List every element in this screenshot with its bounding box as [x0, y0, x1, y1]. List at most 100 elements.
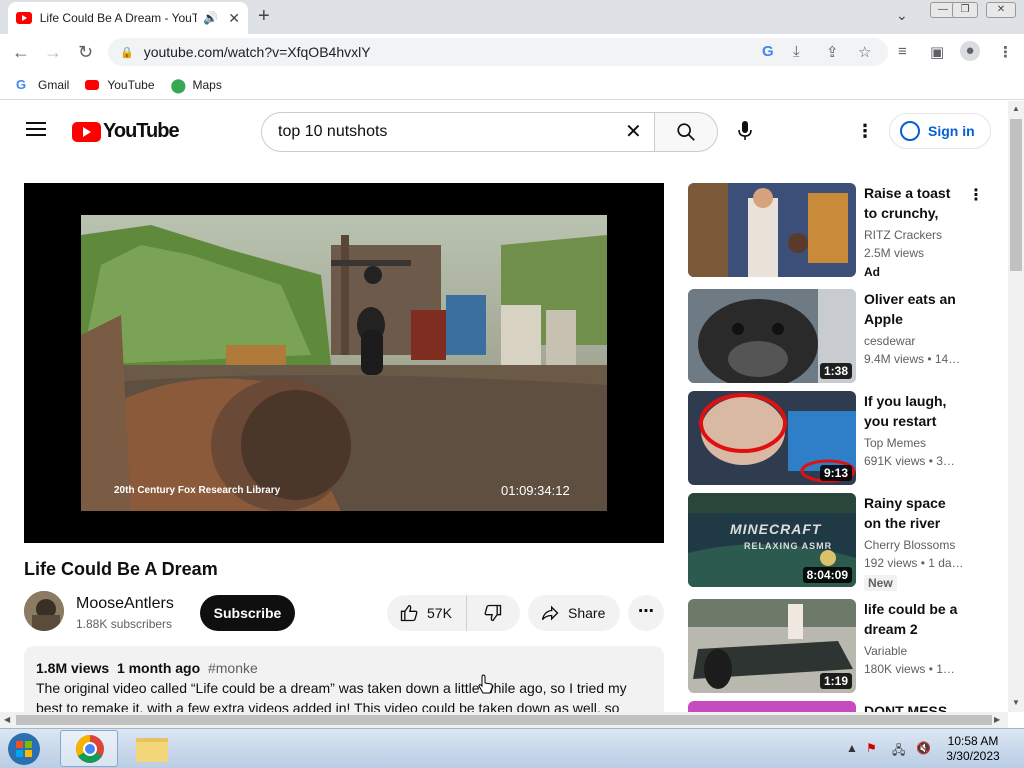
- scroll-down-arrow-icon[interactable]: ▼: [1012, 698, 1020, 707]
- video-player[interactable]: 20th Century Fox Research Library 01:09:…: [24, 183, 664, 543]
- recommendation-title[interactable]: Raise a toast to crunchy, toast…: [864, 183, 964, 223]
- recommendation-thumbnail[interactable]: 1:38: [688, 289, 856, 383]
- profile-avatar-icon[interactable]: ●: [960, 41, 980, 61]
- recommendation-item[interactable]: 1:19 life could be a dream 2 Variable 18…: [688, 599, 988, 695]
- browser-tab[interactable]: Life Could Be A Dream - YouTube 🔊 ✕: [8, 2, 248, 34]
- horizontal-scroll-thumb[interactable]: [16, 715, 992, 725]
- side-panel-icon[interactable]: ▣: [930, 43, 944, 61]
- thumbs-down-icon: [484, 604, 502, 622]
- video-duration: 8:04:09: [802, 567, 852, 583]
- bookmark-label: Gmail: [38, 77, 70, 92]
- vertical-scrollbar[interactable]: ▲ ▼: [1008, 101, 1024, 712]
- vertical-scroll-thumb[interactable]: [1010, 119, 1022, 271]
- back-arrow-icon[interactable]: ←: [12, 42, 30, 63]
- forward-arrow-icon[interactable]: →: [44, 42, 62, 63]
- network-icon[interactable]: 🖧: [892, 741, 905, 762]
- url-text: youtube.com/watch?v=XfqOB4hvxlY: [143, 44, 371, 60]
- close-window-button[interactable]: ✕: [986, 2, 1016, 18]
- video-timecode-overlay: 01:09:34:12: [501, 483, 570, 498]
- horizontal-scrollbar[interactable]: ◀ ▶: [0, 712, 1008, 728]
- recommendation-title[interactable]: DONT MESS…: [864, 701, 964, 712]
- maps-pin-icon: ⬤: [170, 76, 187, 93]
- new-tab-button[interactable]: +: [258, 5, 270, 28]
- scroll-right-arrow-icon[interactable]: ▶: [994, 715, 1000, 724]
- chrome-icon: [76, 735, 104, 763]
- action-center-icon[interactable]: ⚑: [866, 741, 877, 755]
- tray-expand-icon[interactable]: ▲: [846, 741, 858, 755]
- restore-button[interactable]: ❐: [952, 2, 978, 18]
- bookmarks-bar: G Gmail YouTube ⬤ Maps: [0, 70, 1024, 100]
- microphone-icon[interactable]: [736, 121, 754, 146]
- scroll-up-arrow-icon[interactable]: ▲: [1012, 104, 1020, 113]
- recommendation-item[interactable]: DONT MESS…: [688, 701, 988, 712]
- taskbar-chrome[interactable]: [60, 730, 118, 767]
- channel-avatar[interactable]: [24, 591, 64, 631]
- recommendation-title[interactable]: Rainy space on the river with…: [864, 493, 964, 533]
- bookmark-gmail[interactable]: G Gmail: [16, 77, 70, 92]
- install-icon[interactable]: ⤓: [793, 43, 800, 60]
- recommendation-item[interactable]: MINECRAFT RELAXING ASMR 8:04:09 Rainy sp…: [688, 493, 988, 591]
- settings-kebab-icon[interactable]: ⋮: [856, 121, 874, 142]
- recommendation-channel[interactable]: Cherry Blossoms: [864, 538, 955, 552]
- bookmark-maps[interactable]: ⬤ Maps: [171, 78, 222, 92]
- share-button[interactable]: Share: [528, 595, 620, 631]
- menu-hamburger-icon[interactable]: [26, 122, 46, 136]
- recommendation-title[interactable]: Oliver eats an Apple: [864, 289, 964, 329]
- search-query-text: top 10 nutshots: [278, 123, 388, 140]
- search-input[interactable]: top 10 nutshots: [261, 112, 655, 152]
- recommendation-thumbnail[interactable]: 1:19: [688, 599, 856, 693]
- browser-toolbar: ← → ↻ 🔒 youtube.com/watch?v=XfqOB4hvxlY …: [0, 34, 1024, 70]
- recommendation-thumbnail[interactable]: MINECRAFT RELAXING ASMR 8:04:09: [688, 493, 856, 587]
- more-actions-icon[interactable]: ⋯: [628, 595, 664, 631]
- recommendation-channel[interactable]: cesdewar: [864, 334, 915, 348]
- recommendation-channel[interactable]: Top Memes: [864, 436, 926, 450]
- recommendation-channel[interactable]: RITZ Crackers: [864, 228, 942, 242]
- youtube-play-icon: [72, 121, 101, 142]
- google-lens-icon[interactable]: G: [762, 43, 774, 60]
- youtube-logo[interactable]: YouTube: [72, 120, 180, 143]
- youtube-wordmark: YouTube: [103, 120, 180, 142]
- search-button[interactable]: [654, 112, 718, 152]
- hashtag-link[interactable]: #monke: [208, 660, 258, 676]
- thumbnail-caption: MINECRAFT: [730, 521, 822, 537]
- taskbar-explorer[interactable]: [122, 730, 180, 767]
- recommendation-thumbnail[interactable]: [688, 183, 856, 277]
- channel-name[interactable]: MooseAntlers: [76, 595, 174, 613]
- tab-search-chevron-icon[interactable]: ⌄: [896, 7, 908, 24]
- reload-icon[interactable]: ↻: [78, 42, 93, 63]
- video-scene-image: [81, 215, 607, 511]
- subscribe-button[interactable]: Subscribe: [200, 595, 295, 631]
- like-button[interactable]: 57K: [387, 595, 467, 631]
- share-arrow-icon: [541, 605, 559, 621]
- scroll-left-arrow-icon[interactable]: ◀: [4, 715, 10, 724]
- bookmark-youtube[interactable]: YouTube: [85, 78, 155, 92]
- description-box[interactable]: 1.8M views 1 month ago #monke The origin…: [24, 646, 664, 712]
- description-text: The original video called “Life could be…: [36, 680, 627, 712]
- bookmark-star-icon[interactable]: ☆: [858, 43, 871, 61]
- media-control-icon[interactable]: ≡: [898, 43, 907, 60]
- volume-muted-icon[interactable]: 🔇: [916, 741, 931, 755]
- sign-in-button[interactable]: Sign in: [889, 113, 991, 149]
- recommendation-item[interactable]: 1:38 Oliver eats an Apple cesdewar 9.4M …: [688, 289, 988, 385]
- recommendation-item[interactable]: Raise a toast to crunchy, toast… RITZ Cr…: [688, 183, 988, 279]
- tab-close-icon[interactable]: ✕: [228, 10, 240, 27]
- dislike-button[interactable]: [467, 603, 519, 623]
- recommendation-thumbnail[interactable]: 9:13: [688, 391, 856, 485]
- recommendation-thumbnail[interactable]: [688, 701, 856, 712]
- recommendation-menu-icon[interactable]: ⋮: [968, 185, 984, 205]
- speaker-icon[interactable]: 🔊: [203, 11, 218, 25]
- recommendation-views: 180K views • 1…: [864, 662, 955, 676]
- recommendation-item[interactable]: 9:13 If you laugh, you restart th… Top M…: [688, 391, 988, 487]
- start-button[interactable]: [4, 731, 44, 767]
- chrome-menu-icon[interactable]: ⋮: [998, 43, 1013, 61]
- recommendation-title[interactable]: life could be a dream 2: [864, 599, 964, 639]
- view-count: 1.8M views: [36, 660, 110, 676]
- recommendation-channel[interactable]: Variable: [864, 644, 907, 658]
- share-page-icon[interactable]: ⇪: [826, 43, 839, 61]
- recommendation-views: 192 views • 1 da…: [864, 556, 964, 570]
- recommendation-title[interactable]: If you laugh, you restart th…: [864, 391, 964, 431]
- clear-search-icon[interactable]: ✕: [625, 119, 642, 144]
- channel-subscribers: 1.88K subscribers: [76, 617, 173, 631]
- system-clock[interactable]: 10:58 AM 3/30/2023: [940, 734, 1006, 764]
- new-badge: New: [864, 575, 897, 591]
